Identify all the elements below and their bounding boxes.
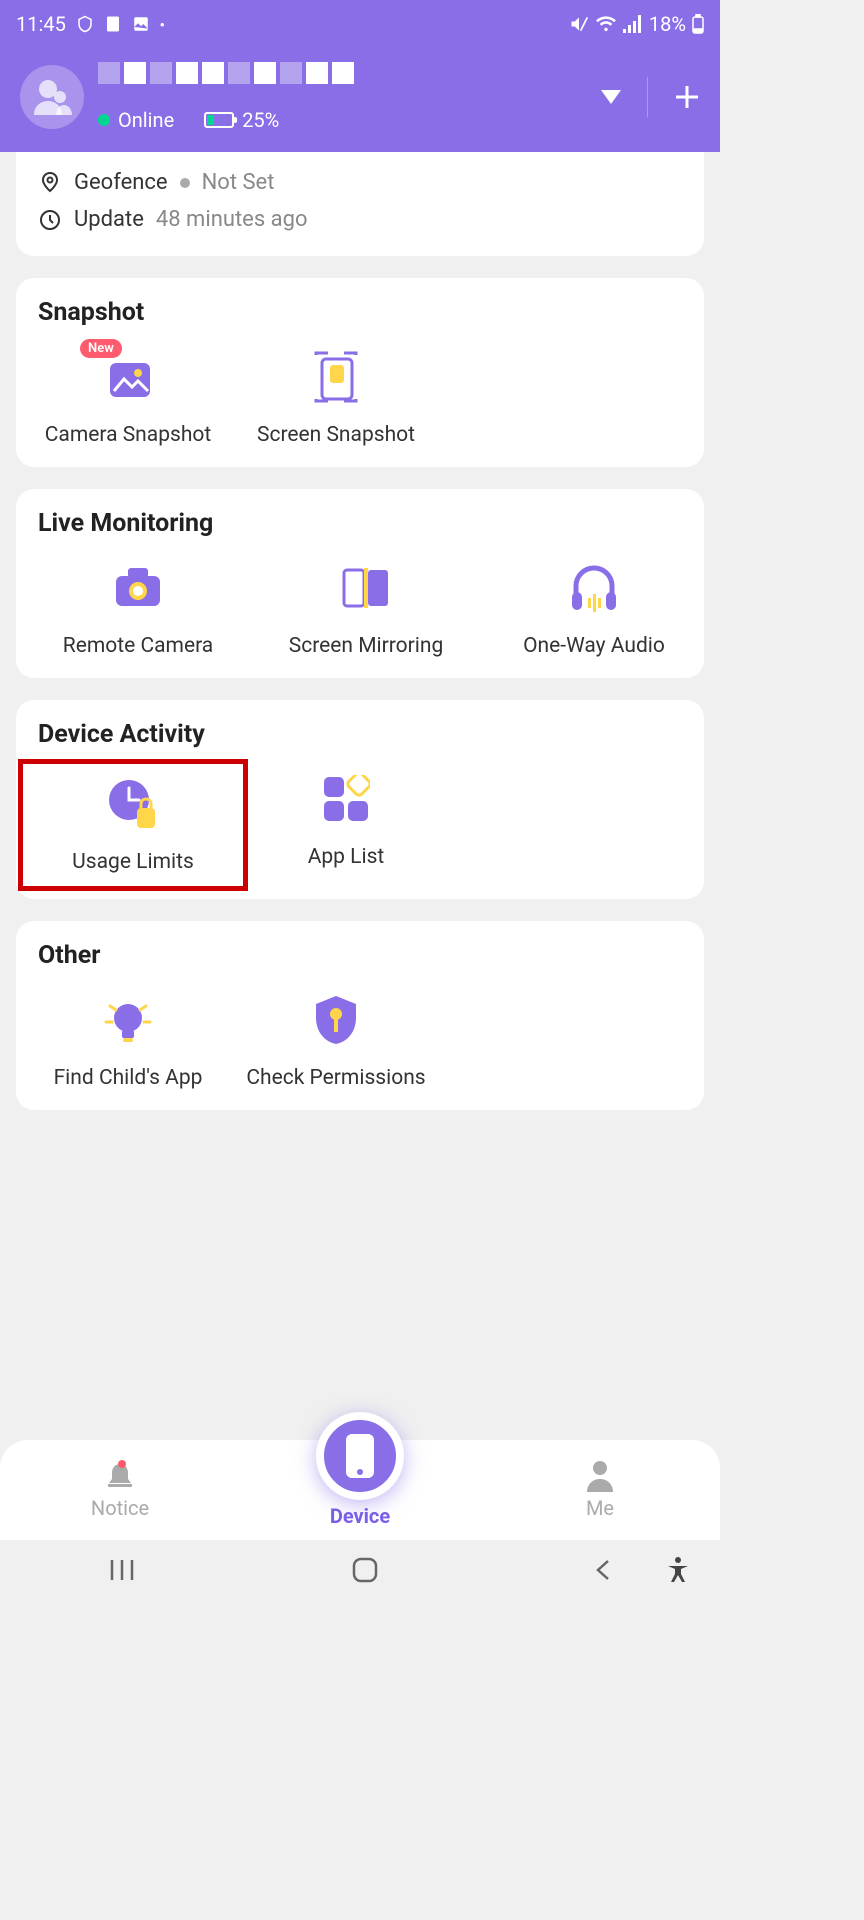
camera-snapshot-item[interactable]: New Camera Snapshot bbox=[38, 349, 218, 447]
remote-camera-item[interactable]: Remote Camera bbox=[38, 560, 238, 658]
accessibility-icon[interactable] bbox=[666, 1556, 690, 1584]
live-monitoring-title: Live Monitoring bbox=[38, 509, 682, 538]
person-icon bbox=[585, 1460, 615, 1492]
wifi-icon bbox=[595, 15, 617, 33]
app-header: Online 25% bbox=[0, 48, 720, 152]
live-monitoring-card: Live Monitoring Remote Camera Screen Mir… bbox=[16, 489, 704, 678]
device-center-button[interactable] bbox=[316, 1412, 404, 1500]
geofence-label: Geofence bbox=[74, 170, 168, 195]
nav-me[interactable]: Me bbox=[480, 1460, 720, 1520]
usage-limits-highlight: Usage Limits bbox=[18, 759, 248, 891]
find-childs-app-label: Find Child's App bbox=[54, 1066, 203, 1090]
image-icon bbox=[132, 15, 150, 33]
usage-limits-icon bbox=[105, 778, 161, 830]
phone-icon bbox=[344, 1432, 376, 1480]
check-permissions-label: Check Permissions bbox=[246, 1066, 425, 1090]
headphones-icon bbox=[568, 564, 620, 612]
device-activity-card: Device Activity Usage Limits App List bbox=[16, 700, 704, 899]
snapshot-card: Snapshot New Camera Snapshot Screen Snap… bbox=[16, 278, 704, 467]
recent-apps-icon[interactable] bbox=[108, 1558, 136, 1582]
screen-mirroring-label: Screen Mirroring bbox=[289, 634, 444, 658]
geofence-row[interactable]: Geofence Not Set bbox=[38, 164, 682, 201]
one-way-audio-label: One-Way Audio bbox=[523, 634, 665, 658]
find-childs-app-item[interactable]: Find Child's App bbox=[38, 992, 218, 1090]
camera-snapshot-label: Camera Snapshot bbox=[45, 423, 212, 447]
camera-snapshot-icon bbox=[102, 355, 154, 399]
usage-limits-label: Usage Limits bbox=[72, 850, 194, 874]
check-permissions-item[interactable]: Check Permissions bbox=[246, 992, 426, 1090]
add-icon[interactable] bbox=[674, 84, 700, 110]
device-battery-level: 25% bbox=[242, 108, 279, 132]
lightbulb-icon bbox=[102, 994, 154, 1046]
update-row[interactable]: Update 48 minutes ago bbox=[38, 201, 682, 238]
status-bar: 11:45 ● 18% bbox=[0, 0, 720, 48]
remote-camera-label: Remote Camera bbox=[63, 634, 213, 658]
shield-key-icon bbox=[312, 994, 360, 1046]
online-status: Online bbox=[118, 108, 174, 132]
info-card: Geofence Not Set Update 48 minutes ago bbox=[16, 152, 704, 256]
other-title: Other bbox=[38, 941, 682, 970]
clock-icon bbox=[38, 208, 62, 232]
system-nav bbox=[0, 1540, 720, 1600]
status-time: 11:45 bbox=[16, 12, 66, 36]
usage-limits-item[interactable]: Usage Limits bbox=[43, 776, 223, 874]
dropdown-icon[interactable] bbox=[601, 90, 621, 104]
bottom-nav: Notice Device Me bbox=[0, 1440, 720, 1540]
mute-icon bbox=[569, 14, 589, 34]
shield-icon bbox=[76, 15, 94, 33]
signal-icon bbox=[623, 15, 643, 33]
nav-device-label: Device bbox=[330, 1504, 390, 1528]
app-list-label: App List bbox=[308, 845, 385, 869]
back-icon[interactable] bbox=[594, 1557, 612, 1583]
dot-icon: ● bbox=[160, 20, 165, 29]
mirror-icon bbox=[340, 566, 392, 610]
nav-device[interactable]: Device bbox=[240, 1452, 480, 1528]
avatar[interactable] bbox=[20, 65, 84, 129]
update-label: Update bbox=[74, 207, 144, 232]
screen-mirroring-item[interactable]: Screen Mirroring bbox=[266, 560, 466, 658]
online-indicator-icon bbox=[98, 114, 110, 126]
snapshot-title: Snapshot bbox=[38, 298, 682, 327]
home-icon[interactable] bbox=[352, 1557, 378, 1583]
username-redacted bbox=[98, 62, 398, 102]
device-battery-icon bbox=[204, 112, 234, 128]
nav-notice-label: Notice bbox=[91, 1496, 149, 1520]
one-way-audio-item[interactable]: One-Way Audio bbox=[494, 560, 694, 658]
battery-percent: 18% bbox=[649, 12, 686, 36]
screen-snapshot-item[interactable]: Screen Snapshot bbox=[246, 349, 426, 447]
app-list-icon bbox=[322, 775, 370, 823]
screen-snapshot-label: Screen Snapshot bbox=[257, 423, 415, 447]
sd-card-icon bbox=[104, 15, 122, 33]
screen-snapshot-icon bbox=[310, 351, 362, 403]
battery-icon bbox=[692, 14, 704, 34]
update-value: 48 minutes ago bbox=[156, 207, 308, 232]
notification-dot-icon bbox=[118, 1460, 126, 1468]
geofence-value: Not Set bbox=[202, 170, 275, 195]
nav-notice[interactable]: Notice bbox=[0, 1460, 240, 1520]
new-badge: New bbox=[80, 339, 122, 358]
device-activity-title: Device Activity bbox=[38, 720, 682, 749]
camera-icon bbox=[112, 566, 164, 610]
other-card: Other Find Child's App Check Permissions bbox=[16, 921, 704, 1110]
status-dot-icon bbox=[180, 178, 190, 188]
app-list-item[interactable]: App List bbox=[256, 771, 436, 879]
location-pin-icon bbox=[38, 171, 62, 195]
nav-me-label: Me bbox=[586, 1496, 614, 1520]
